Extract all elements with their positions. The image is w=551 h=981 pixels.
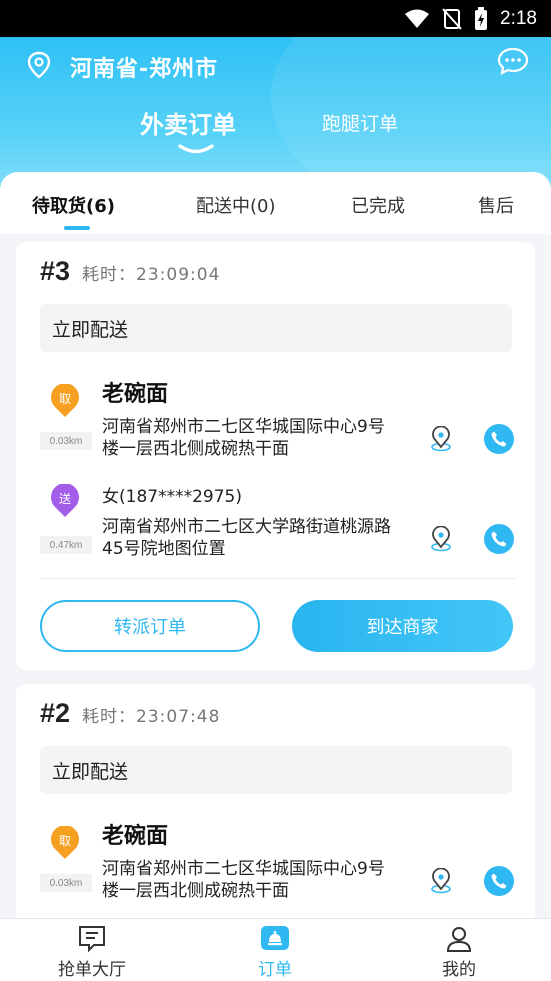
pickup-pin-icon: 取 (50, 825, 80, 860)
nav-profile[interactable]: 我的 (399, 925, 519, 980)
pickup-address: 河南省郑州市二七区华城国际中心9号楼一层西北侧成碗热干面 (102, 859, 385, 901)
active-tab-indicator (178, 144, 214, 154)
delivery-type: 立即配送 (40, 746, 512, 794)
order-number: #2 (40, 698, 71, 728)
order-icon (260, 925, 290, 953)
tab-after-sales[interactable]: 售后 (478, 192, 514, 218)
pickup-distance: 0.03km (40, 874, 92, 892)
pickup-address: 河南省郑州市二七区华城国际中心9号楼一层西北侧成碗热干面 (102, 417, 385, 459)
merchant-name: 老碗面 (102, 382, 169, 407)
tab-takeout-orders[interactable]: 外卖订单 (140, 105, 236, 140)
nav-orders[interactable]: 订单 (215, 925, 335, 980)
merchant-name: 老碗面 (102, 824, 169, 849)
tab-errand-orders[interactable]: 跑腿订单 (322, 109, 398, 136)
dropoff-address: 河南省郑州市二七区大学路街道桃源路45号院地图位置 (102, 517, 391, 559)
order-header: #3 耗时：23:09:04 (40, 256, 220, 287)
dropoff-badge: 送 (58, 492, 71, 506)
navigate-icon[interactable] (428, 525, 454, 552)
nav-label: 抢单大厅 (58, 960, 126, 980)
battery-charging-icon (474, 6, 488, 31)
delivery-type-label: 立即配送 (52, 760, 129, 783)
customer-contact: 女(187****2975) (102, 487, 242, 507)
order-card[interactable]: #3 耗时：23:09:04 立即配送 取 0.03km 老碗面 河南省郑州市二… (16, 242, 535, 670)
order-elapsed-time: 耗时：23:07:48 (82, 707, 221, 727)
no-sim-icon (442, 7, 462, 30)
bottom-nav: 抢单大厅 订单 我的 (0, 918, 551, 981)
order-card[interactable]: #2 耗时：23:07:48 立即配送 取 0.03km 老碗面 河南省郑州市二… (16, 684, 535, 918)
delivery-type: 立即配送 (40, 304, 512, 352)
card-divider (40, 578, 516, 579)
wifi-icon (404, 9, 430, 29)
delivery-type-label: 立即配送 (52, 318, 129, 341)
location-text: 河南省-郑州市 (70, 57, 219, 82)
dropoff-distance: 0.47km (40, 536, 92, 554)
call-icon[interactable] (484, 424, 514, 454)
status-bar: 2:18 (0, 0, 551, 37)
order-header: #2 耗时：23:07:48 (40, 698, 220, 729)
tab-pending-pickup[interactable]: 待取货(6) (32, 192, 115, 218)
profile-icon (444, 925, 474, 953)
nav-label: 我的 (442, 960, 476, 980)
location-selector[interactable]: 河南省-郑州市 (26, 51, 218, 83)
dropoff-stop: 送 0.47km 女(187****2975) 河南省郑州市二七区大学路街道桃源… (40, 480, 520, 570)
pickup-badge: 取 (58, 392, 71, 406)
order-panel: 待取货(6) 配送中(0) 已完成 售后 #3 耗时：23:09:04 立即配送… (0, 172, 551, 918)
nav-order-hall[interactable]: 抢单大厅 (32, 925, 152, 980)
status-time: 2:18 (500, 7, 537, 29)
order-number: #3 (40, 256, 71, 286)
call-icon[interactable] (484, 524, 514, 554)
dropoff-pin-icon: 送 (50, 483, 80, 518)
reassign-order-button[interactable]: 转派订单 (40, 600, 260, 652)
pickup-badge: 取 (58, 834, 71, 848)
location-pin-icon (26, 51, 52, 83)
navigate-icon[interactable] (428, 867, 454, 894)
pickup-stop: 取 0.03km 老碗面 河南省郑州市二七区华城国际中心9号楼一层西北侧成碗热干… (40, 376, 520, 466)
navigate-icon[interactable] (428, 425, 454, 452)
arrive-at-merchant-button[interactable]: 到达商家 (292, 600, 513, 652)
tab-delivering[interactable]: 配送中(0) (196, 192, 276, 218)
nav-label: 订单 (258, 960, 292, 980)
pickup-stop: 取 0.03km 老碗面 河南省郑州市二七区华城国际中心9号楼一层西北侧成碗热干… (40, 818, 520, 908)
call-icon[interactable] (484, 866, 514, 896)
status-tab-indicator (64, 226, 90, 230)
status-tabs: 待取货(6) 配送中(0) 已完成 售后 (0, 172, 551, 234)
pickup-distance: 0.03km (40, 432, 92, 450)
message-icon[interactable] (497, 47, 529, 75)
order-elapsed-time: 耗时：23:09:04 (82, 265, 221, 285)
hall-icon (77, 925, 107, 953)
tab-completed[interactable]: 已完成 (351, 192, 405, 218)
pickup-pin-icon: 取 (50, 383, 80, 418)
order-type-tabs: 外卖订单 跑腿订单 (0, 103, 551, 163)
